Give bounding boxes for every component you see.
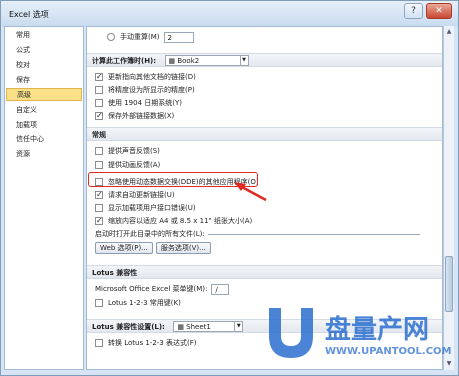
section-title: Lotus 兼容性 bbox=[92, 269, 138, 277]
checkbox[interactable] bbox=[95, 204, 103, 212]
lotus-menu-key-value: / bbox=[215, 285, 218, 294]
chevron-down-icon: ▼ bbox=[239, 56, 248, 65]
manual-recalc-row: 手动重算(M) 2 bbox=[107, 31, 194, 43]
sidebar-item-addins[interactable]: 加载项 bbox=[6, 119, 82, 132]
watermark-text: 盘量产网 bbox=[325, 314, 429, 345]
workbook-select[interactable]: ▦ Book2 ▼ bbox=[164, 55, 249, 66]
option-label: 更新指向其他文档的链接(D) bbox=[108, 73, 196, 81]
help-button[interactable]: ? bbox=[404, 3, 423, 19]
option-row[interactable]: 提供声音反馈(S) bbox=[95, 145, 160, 157]
manual-recalc-label: 手动重算(M) bbox=[120, 33, 160, 41]
option-row[interactable]: 更新指向其他文档的链接(D) bbox=[95, 71, 196, 83]
window-title: Excel 选项 bbox=[9, 10, 49, 19]
option-row[interactable]: 缩放内容以适应 A4 或 8.5 x 11" 纸张大小(A) bbox=[95, 215, 252, 227]
watermark-logo-icon bbox=[269, 308, 313, 358]
close-button[interactable]: ✕ bbox=[426, 3, 452, 19]
recalc-count-value: 2 bbox=[167, 33, 172, 42]
startup-folder-input[interactable] bbox=[207, 233, 420, 235]
option-row[interactable]: 显示加载项用户接口错误(U) bbox=[95, 202, 196, 214]
section-title: 计算此工作簿时(H): bbox=[92, 57, 157, 65]
option-row[interactable]: 请求自动更新链接(U) bbox=[95, 189, 175, 201]
section-lotus: Lotus 兼容性 bbox=[87, 265, 442, 279]
option-row[interactable]: Lotus 1-2-3 常用键(K) bbox=[95, 297, 181, 309]
checkbox[interactable] bbox=[95, 339, 103, 347]
section-general: 常规 bbox=[87, 127, 442, 141]
checkbox[interactable] bbox=[95, 71, 103, 83]
checkbox[interactable] bbox=[95, 86, 103, 94]
option-label: 提供声音反馈(S) bbox=[108, 147, 160, 155]
startup-folder-row: 启动时打开此目录中的所有文件(L): bbox=[95, 228, 420, 240]
option-row[interactable]: 转换 Lotus 1-2-3 表达式(F) bbox=[95, 337, 196, 349]
option-row[interactable]: 使用 1904 日期系统(Y) bbox=[95, 97, 182, 109]
manual-recalc-radio[interactable] bbox=[107, 33, 115, 41]
watermark: 盘量产网 WWW.UPANTOOL.COM bbox=[269, 308, 452, 358]
checkbox[interactable] bbox=[95, 215, 103, 227]
option-label: Lotus 1-2-3 常用键(K) bbox=[108, 299, 181, 307]
checkbox[interactable] bbox=[95, 189, 103, 201]
chevron-down-icon: ▼ bbox=[234, 322, 242, 331]
service-options-button[interactable]: 服务选项(V)... bbox=[155, 242, 211, 254]
sidebar-item-formulas[interactable]: 公式 bbox=[6, 44, 82, 57]
sidebar: 常用 公式 校对 保存 高级 自定义 加载项 信任中心 资源 bbox=[4, 26, 84, 370]
scroll-up-icon[interactable]: ▲ bbox=[445, 28, 453, 36]
section-title: 常规 bbox=[92, 131, 106, 139]
sidebar-item-advanced[interactable]: 高级 bbox=[6, 88, 82, 101]
sidebar-item-trust-center[interactable]: 信任中心 bbox=[6, 133, 82, 146]
options-buttons-row: Web 选项(P)... 服务选项(V)... bbox=[95, 242, 214, 254]
checkbox[interactable] bbox=[95, 147, 103, 155]
option-label: 保存外部链接数据(X) bbox=[108, 112, 175, 120]
section-title: Lotus 兼容性设置(L): bbox=[92, 323, 165, 331]
sidebar-item-resources[interactable]: 资源 bbox=[6, 148, 82, 161]
sidebar-item-popular[interactable]: 常用 bbox=[6, 29, 82, 42]
sheet-value: Sheet1 bbox=[186, 323, 211, 331]
section-workbook-calc: 计算此工作簿时(H): ▦ Book2 ▼ bbox=[87, 53, 442, 67]
option-row[interactable]: 提供动画反馈(A) bbox=[95, 159, 160, 171]
red-arrow-icon bbox=[234, 182, 267, 202]
title-bar: Excel 选项 ? ✕ bbox=[1, 1, 458, 27]
option-label: 转换 Lotus 1-2-3 表达式(F) bbox=[108, 339, 197, 347]
watermark-url: WWW.UPANTOOL.COM bbox=[325, 346, 452, 357]
option-row[interactable]: 保存外部链接数据(X) bbox=[95, 110, 174, 122]
startup-label: 启动时打开此目录中的所有文件(L): bbox=[95, 230, 205, 238]
option-label: 缩放内容以适应 A4 或 8.5 x 11" 纸张大小(A) bbox=[108, 217, 253, 225]
option-label: 显示加载项用户接口错误(U) bbox=[108, 204, 196, 212]
workbook-value: Book2 bbox=[177, 57, 200, 65]
option-label: 将精度设为所显示的精度(P) bbox=[108, 86, 195, 94]
recalc-count-field[interactable]: 2 bbox=[163, 31, 194, 43]
lotus-menu-key-input[interactable]: / bbox=[211, 283, 230, 295]
lotus-menu-key-row: Microsoft Office Excel 菜单键(M): / bbox=[95, 283, 230, 295]
sidebar-item-save[interactable]: 保存 bbox=[6, 74, 82, 87]
sheet-select[interactable]: ▦ Sheet1 ▼ bbox=[173, 321, 244, 332]
option-row[interactable]: 将精度设为所显示的精度(P) bbox=[95, 84, 195, 96]
option-label: 使用 1904 日期系统(Y) bbox=[108, 99, 183, 107]
checkbox[interactable] bbox=[95, 299, 103, 307]
option-label: 请求自动更新链接(U) bbox=[108, 191, 175, 199]
sidebar-item-customize[interactable]: 自定义 bbox=[6, 104, 82, 117]
checkbox[interactable] bbox=[95, 161, 103, 169]
sheet-icon: ▦ bbox=[177, 323, 187, 331]
checkbox[interactable] bbox=[95, 99, 103, 107]
sidebar-item-proofing[interactable]: 校对 bbox=[6, 59, 82, 72]
option-label: 提供动画反馈(A) bbox=[108, 161, 161, 169]
checkbox[interactable] bbox=[95, 110, 103, 122]
lotus-menu-key-label: Microsoft Office Excel 菜单键(M): bbox=[95, 285, 208, 293]
web-options-button[interactable]: Web 选项(P)... bbox=[95, 242, 153, 254]
